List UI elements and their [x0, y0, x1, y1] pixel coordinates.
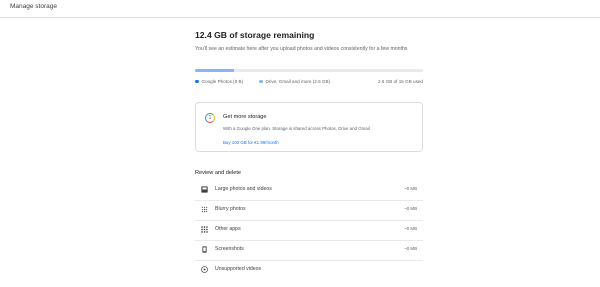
review-row-size: ~0 MB	[404, 206, 417, 211]
storage-remaining-headline: 12.4 GB of storage remaining	[195, 30, 315, 40]
legend-drive-label: Drive, Gmail and more (2.6 GB)	[265, 79, 331, 84]
review-row-size: ~0 MB	[404, 246, 417, 251]
drive-dot-icon	[259, 79, 263, 84]
large-media-icon	[201, 186, 208, 193]
get-more-storage-title: Get more storage	[223, 114, 267, 120]
blurry-photo-icon	[201, 206, 208, 213]
review-row-blurry[interactable]: Blurry photos ~0 MB	[195, 201, 423, 221]
review-row-label: Other apps	[215, 226, 241, 232]
google-one-icon: 1	[205, 113, 215, 123]
legend-photos-label: Google Photos (0 B)	[201, 79, 244, 84]
review-row-label: Large photos and videos	[215, 186, 272, 192]
legend-photos: Google Photos (0 B)	[195, 79, 243, 84]
review-row-label: Screenshots	[215, 246, 244, 252]
storage-usage-bar	[195, 69, 423, 72]
photos-dot-icon	[195, 79, 199, 84]
get-more-storage-card: 1 Get more storage With a Google One pla…	[195, 102, 423, 152]
get-more-storage-description: With a Google One plan. Storage is share…	[223, 126, 370, 131]
page-title: Manage storage	[10, 3, 57, 10]
top-bar: Manage storage	[0, 0, 600, 18]
storage-total-used: 2.6 GB of 15 GB used	[378, 79, 423, 84]
review-row-screenshots[interactable]: Screenshots ~0 MB	[195, 241, 423, 261]
screenshot-icon	[201, 246, 208, 253]
legend-drive: Drive, Gmail and more (2.6 GB)	[259, 79, 330, 84]
review-row-other-apps[interactable]: Other apps ~0 MB	[195, 221, 423, 241]
storage-estimate-text: You'll see an estimate here after you up…	[195, 46, 408, 52]
review-row-label: Blurry photos	[215, 206, 246, 212]
storage-usage-fill	[195, 69, 235, 72]
unsupported-video-icon	[201, 266, 208, 273]
review-row-size: ~0 MB	[404, 226, 417, 231]
review-row-size: ~0 MB	[404, 186, 417, 191]
buy-storage-link[interactable]: Buy 100 GB for €1.99/month	[223, 140, 279, 145]
apps-grid-icon	[201, 226, 208, 233]
review-row-unsupported-videos[interactable]: Unsupported videos	[195, 261, 423, 280]
review-delete-title: Review and delete	[195, 170, 242, 176]
review-row-label: Unsupported videos	[215, 266, 262, 272]
review-row-large-media[interactable]: Large photos and videos ~0 MB	[195, 181, 423, 201]
